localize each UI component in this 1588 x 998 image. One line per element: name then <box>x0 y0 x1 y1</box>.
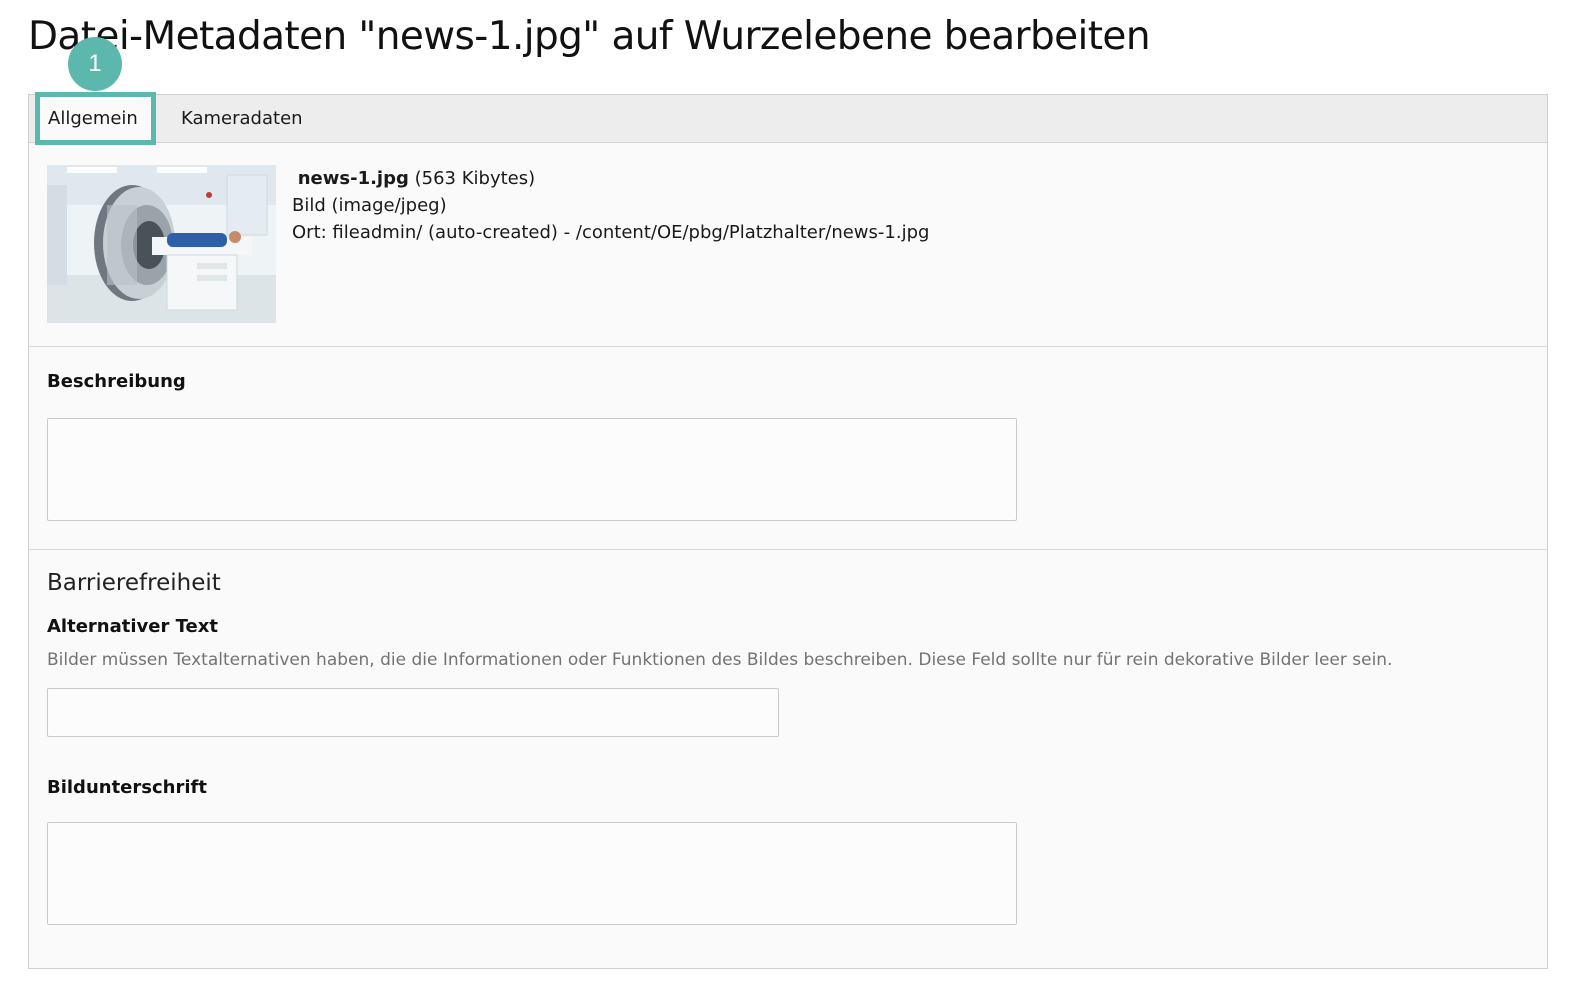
caption-label: Bildunterschrift <box>47 777 207 798</box>
description-textarea[interactable] <box>47 418 1017 521</box>
file-info-section: news-1.jpg (563 Kibytes) Bild (image/jpe… <box>29 143 1547 347</box>
alt-text-label: Alternativer Text <box>47 616 218 637</box>
tab-kameradaten[interactable]: Kameradaten <box>169 95 315 143</box>
step-annotation-badge: 1 <box>68 37 122 91</box>
description-label: Beschreibung <box>47 371 186 392</box>
metadata-edit-panel: Allgemein Kameradaten news-1.jpg (563 Ki… <box>28 92 1548 969</box>
file-name: news-1.jpg <box>297 168 409 189</box>
tab-bar: Allgemein Kameradaten <box>29 92 1547 145</box>
file-type: Bild (image/jpeg) <box>292 195 447 216</box>
accessibility-group-title: Barrierefreiheit <box>47 570 221 596</box>
alt-text-input[interactable] <box>47 688 779 737</box>
mri-scanner-image <box>47 165 276 323</box>
file-thumbnail <box>47 165 276 323</box>
accessibility-section: Barrierefreiheit Alternativer Text Bilde… <box>29 550 1547 968</box>
page-title: Datei-Metadaten "news-1.jpg" auf Wurzele… <box>28 14 1151 59</box>
tab-allgemein[interactable]: Allgemein <box>35 92 156 145</box>
caption-textarea[interactable] <box>47 822 1017 925</box>
file-location: Ort: fileadmin/ (auto-created) - /conten… <box>292 222 930 243</box>
alt-text-help: Bilder müssen Textalternativen haben, di… <box>47 650 1393 670</box>
file-size: (563 Kibytes) <box>414 168 536 189</box>
file-name-line: news-1.jpg (563 Kibytes) <box>292 165 929 192</box>
description-section: Beschreibung <box>29 347 1547 550</box>
file-meta: news-1.jpg (563 Kibytes) Bild (image/jpe… <box>292 165 929 246</box>
